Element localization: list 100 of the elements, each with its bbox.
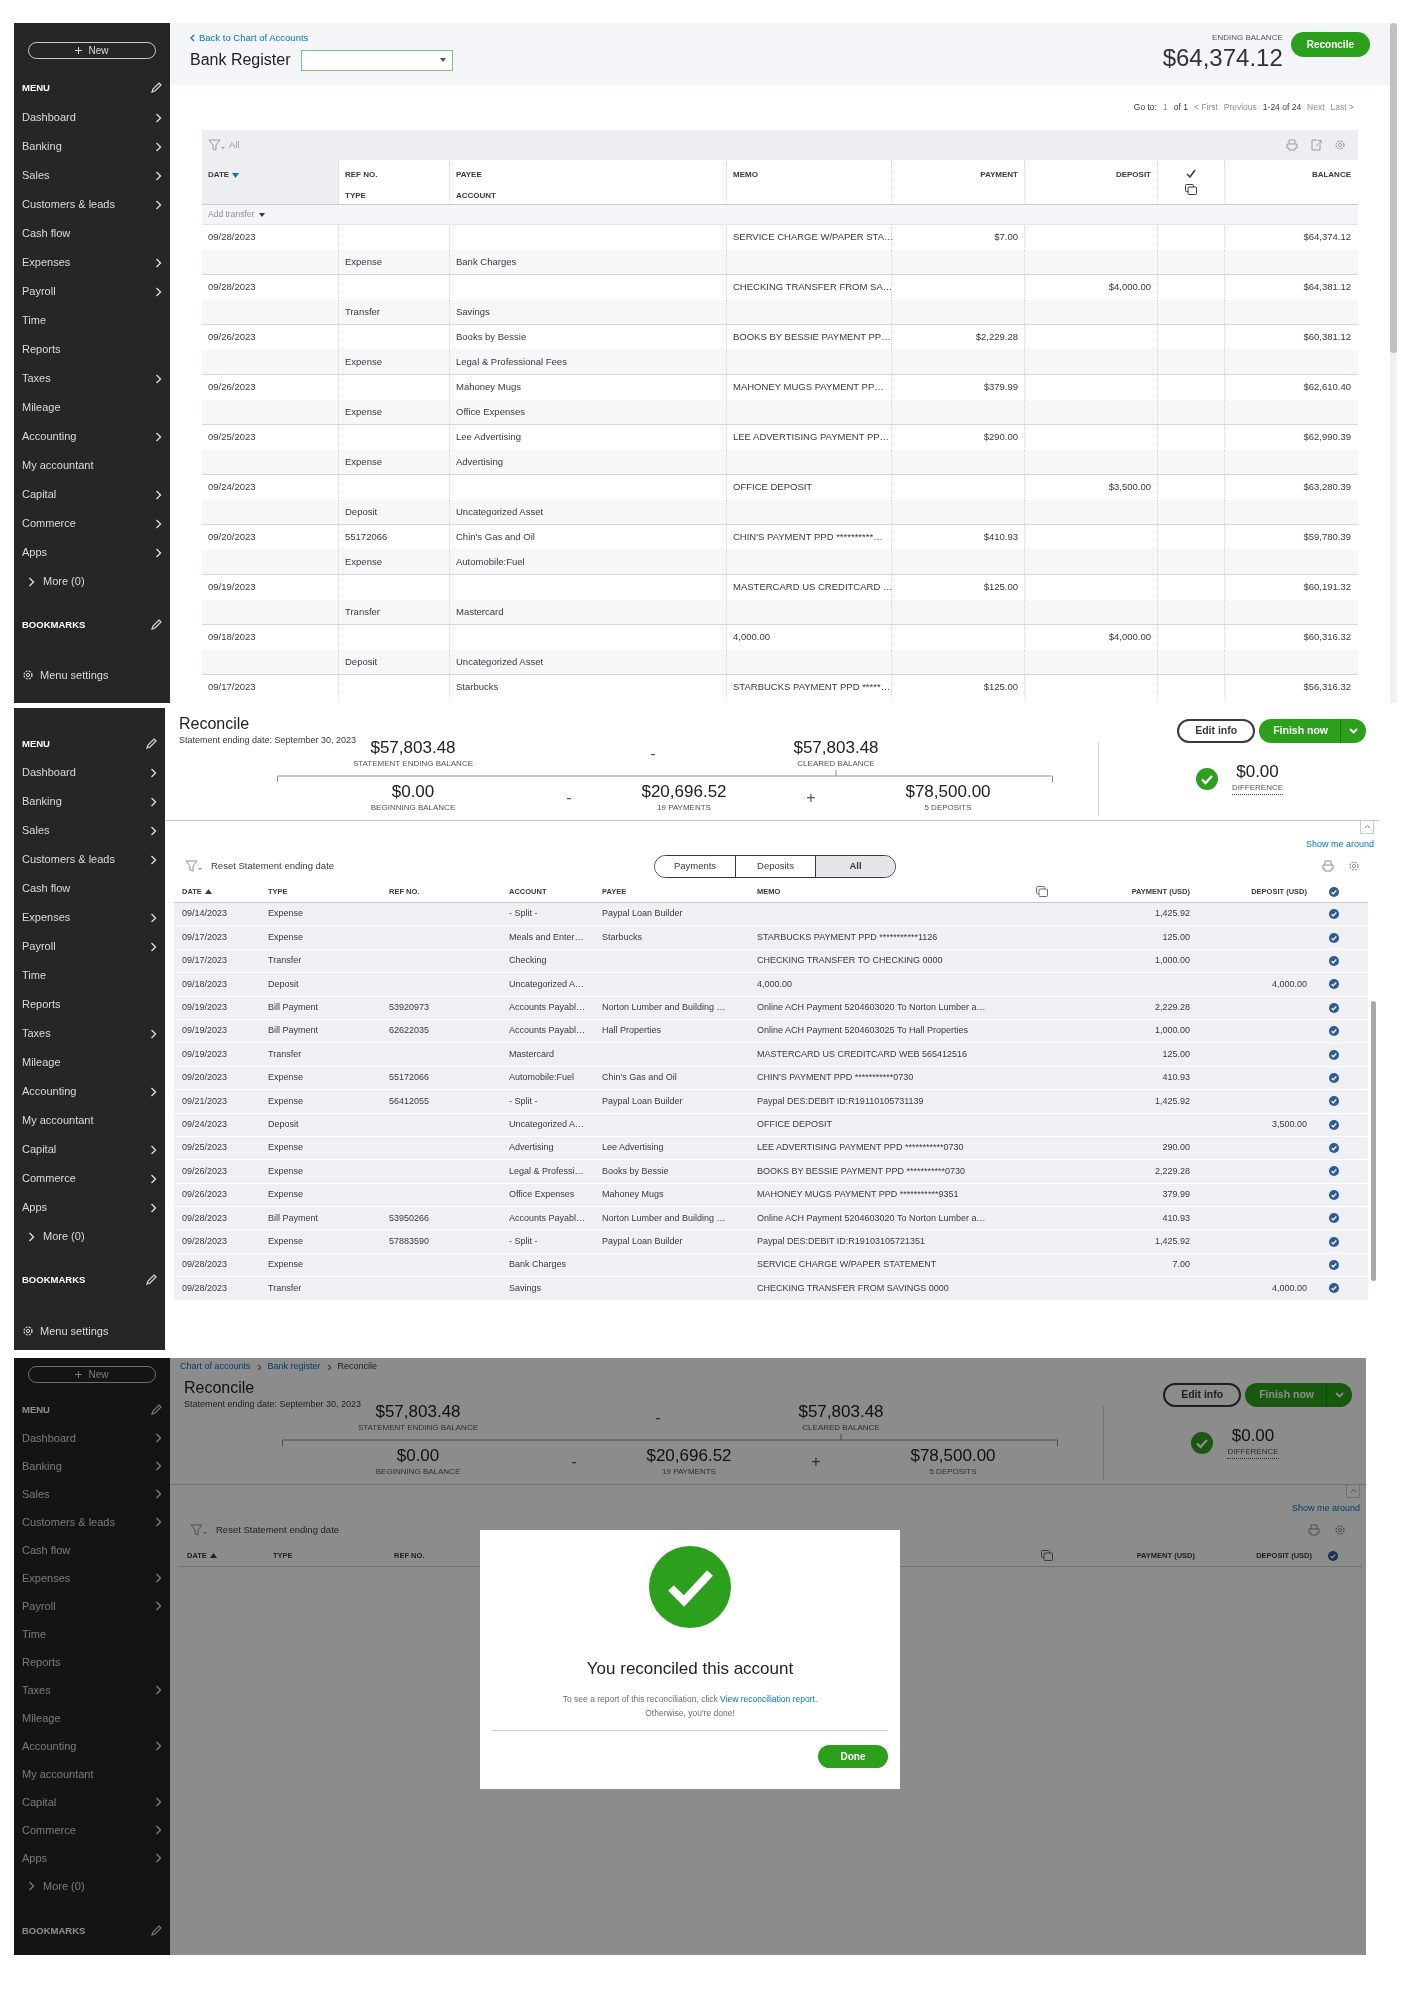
menu-item[interactable]: Cash flow — [22, 219, 162, 248]
pencil-icon[interactable] — [145, 1274, 157, 1286]
back-link[interactable]: Back to Chart of Accounts — [190, 31, 453, 46]
menu-item[interactable]: Cash flow — [22, 874, 157, 903]
scrollbar[interactable] — [1390, 23, 1397, 703]
menu-item[interactable]: Customers & leads — [22, 845, 157, 874]
menu-item[interactable]: Taxes — [22, 1676, 162, 1704]
menu-item[interactable]: Expenses — [22, 1564, 162, 1592]
menu-item[interactable]: Taxes — [22, 364, 162, 393]
filter-icon[interactable] — [185, 860, 203, 872]
cleared-check-icon[interactable] — [1328, 1002, 1339, 1013]
menu-item[interactable]: Capital — [22, 1135, 157, 1164]
menu-item[interactable]: Expenses — [22, 903, 157, 932]
cleared-check-icon[interactable] — [1328, 1213, 1339, 1224]
menu-item[interactable]: My accountant — [22, 1106, 157, 1135]
menu-item[interactable]: Payroll — [22, 1592, 162, 1620]
menu-item[interactable]: Payroll — [22, 277, 162, 306]
menu-item[interactable]: Sales — [22, 816, 157, 845]
menu-item[interactable]: Reports — [22, 335, 162, 364]
reconciliation-report-link[interactable]: View reconciliation report — [720, 1693, 815, 1704]
menu-settings-item[interactable]: Menu settings — [22, 665, 162, 685]
menu-item[interactable]: My accountant — [22, 451, 162, 480]
filter-tab[interactable]: All — [815, 856, 895, 877]
cleared-check-icon[interactable] — [1328, 1049, 1339, 1060]
menu-item[interactable]: Time — [22, 306, 162, 335]
copy-icon[interactable] — [1036, 886, 1048, 897]
menu-item[interactable]: Reports — [22, 1648, 162, 1676]
column-header[interactable]: PAYMENT — [980, 169, 1018, 181]
select-all-check-icon[interactable] — [1328, 1550, 1338, 1561]
menu-item[interactable]: Banking — [22, 132, 162, 161]
cleared-check-icon[interactable] — [1328, 909, 1339, 920]
cleared-check-icon[interactable] — [1328, 1119, 1339, 1130]
more-item[interactable]: More (0) — [22, 1222, 157, 1251]
menu-item[interactable]: Banking — [22, 787, 157, 816]
column-header[interactable]: PAYEE — [456, 169, 720, 181]
menu-item[interactable]: Commerce — [22, 509, 162, 538]
menu-item[interactable]: Capital — [22, 480, 162, 509]
menu-item[interactable]: Accounting — [22, 1077, 157, 1106]
menu-item[interactable]: Capital — [22, 1788, 162, 1816]
reset-statement-link[interactable]: Reset Statement ending date — [216, 1522, 340, 1538]
pencil-icon[interactable] — [150, 619, 162, 631]
cleared-check-icon[interactable] — [1328, 1143, 1339, 1154]
menu-item[interactable]: Dashboard — [22, 1424, 162, 1452]
reset-statement-link[interactable]: Reset Statement ending date — [211, 858, 335, 874]
column-header[interactable]: DEPOSIT — [1115, 169, 1151, 181]
menu-settings-item[interactable]: Menu settings — [22, 1321, 157, 1341]
cleared-check-icon[interactable] — [1328, 1096, 1339, 1107]
menu-item[interactable]: Taxes — [22, 1019, 157, 1048]
cleared-check-icon[interactable] — [1328, 1283, 1339, 1294]
cleared-check-icon[interactable] — [1328, 1166, 1339, 1177]
difference-label[interactable]: DIFFERENCE — [1227, 1446, 1279, 1459]
menu-item[interactable]: My accountant — [22, 1760, 162, 1788]
menu-item[interactable]: Apps — [22, 538, 162, 567]
copy-icon[interactable] — [1185, 184, 1197, 195]
menu-item[interactable]: Payroll — [22, 932, 157, 961]
pencil-icon[interactable] — [150, 82, 162, 94]
menu-item[interactable]: Apps — [22, 1193, 157, 1222]
menu-item[interactable]: Accounting — [22, 422, 162, 451]
edit-info-button[interactable]: Edit info — [1177, 719, 1256, 743]
cleared-check-icon[interactable] — [1328, 1236, 1339, 1247]
cleared-check-icon[interactable] — [1328, 1072, 1339, 1083]
pencil-icon[interactable] — [145, 738, 157, 750]
menu-item[interactable]: Dashboard — [22, 758, 157, 787]
edit-info-button[interactable]: Edit info — [1163, 1383, 1242, 1407]
cleared-check-icon[interactable] — [1328, 979, 1339, 990]
menu-item[interactable]: Commerce — [22, 1164, 157, 1193]
menu-item[interactable]: Customers & leads — [22, 190, 162, 219]
column-header[interactable]: TYPE — [345, 190, 443, 202]
menu-item[interactable]: Customers & leads — [22, 1508, 162, 1536]
menu-item[interactable]: Accounting — [22, 1732, 162, 1760]
column-header[interactable]: BALANCE — [1311, 169, 1351, 181]
menu-item[interactable]: Expenses — [22, 248, 162, 277]
menu-item[interactable]: Time — [22, 1620, 162, 1648]
column-header[interactable]: MEMO — [733, 169, 885, 181]
more-item[interactable]: More (0) — [22, 567, 162, 596]
finish-options-button[interactable] — [1326, 1383, 1352, 1407]
cleared-check-icon[interactable] — [1328, 1189, 1339, 1200]
menu-item[interactable]: Mileage — [22, 393, 162, 422]
column-header[interactable]: REF NO. — [345, 169, 443, 181]
menu-item[interactable]: Cash flow — [22, 1536, 162, 1564]
select-all-check-icon[interactable] — [1328, 886, 1339, 897]
cleared-check-icon[interactable] — [1328, 1260, 1339, 1271]
menu-item[interactable]: Sales — [22, 161, 162, 190]
show-me-around-link[interactable]: Show me around — [1305, 837, 1374, 851]
menu-item[interactable]: Reports — [22, 990, 157, 1019]
menu-item[interactable]: Sales — [22, 1480, 162, 1508]
cleared-check-icon[interactable] — [1328, 1026, 1339, 1037]
menu-item[interactable]: Apps — [22, 1844, 162, 1872]
cleared-check-icon[interactable] — [1328, 932, 1339, 943]
menu-item[interactable]: Dashboard — [22, 103, 162, 132]
menu-item[interactable]: Commerce — [22, 1816, 162, 1844]
cleared-check-icon[interactable] — [1328, 955, 1339, 966]
menu-item[interactable]: Mileage — [22, 1048, 157, 1077]
menu-item[interactable]: Time — [22, 961, 157, 990]
breadcrumb-current[interactable]: Reconcile — [337, 1360, 378, 1374]
menu-item[interactable]: Mileage — [22, 1704, 162, 1732]
finish-options-button[interactable] — [1340, 719, 1366, 743]
more-item[interactable]: More (0) — [22, 1872, 162, 1900]
column-header[interactable]: ACCOUNT — [456, 190, 720, 202]
menu-item[interactable]: Banking — [22, 1452, 162, 1480]
